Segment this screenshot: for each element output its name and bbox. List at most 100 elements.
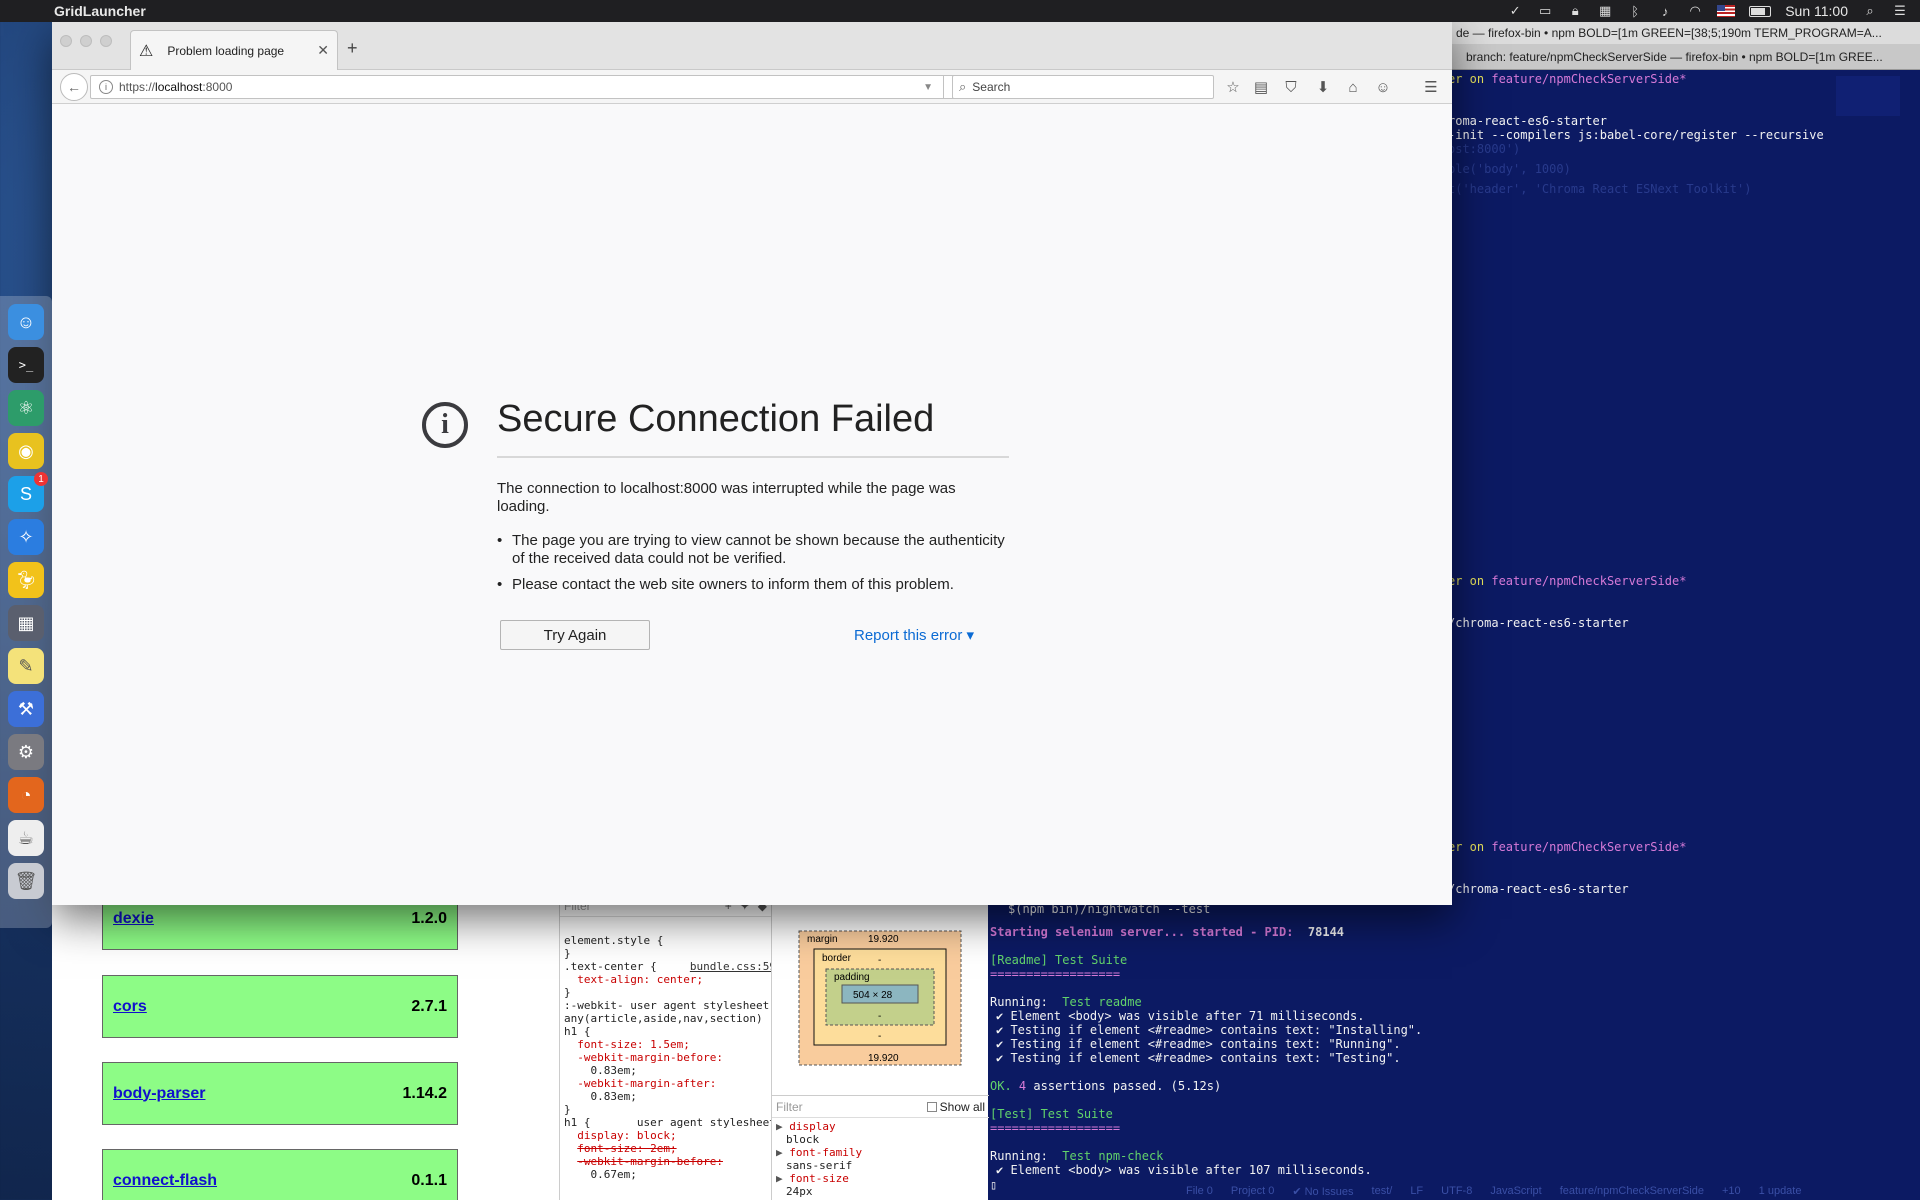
- status-bar-item[interactable]: ✔ No Issues: [1292, 1185, 1353, 1198]
- status-bar-item[interactable]: LF: [1410, 1185, 1423, 1197]
- margin-label: margin: [807, 934, 838, 945]
- suite-header: [Test] Test Suite: [990, 1107, 1113, 1121]
- spotlight-search-icon[interactable]: ⌕: [1862, 3, 1878, 18]
- checkmark-status-icon[interactable]: ✓: [1507, 3, 1523, 18]
- bookmark-star-icon[interactable]: ☆: [1224, 78, 1242, 96]
- lock-icon[interactable]: 🔒︎: [1567, 3, 1583, 18]
- package-link[interactable]: dexie: [113, 910, 154, 928]
- editor-status-bar: File 0 Project 0 ✔ No Issues test/LF UTF-8 Ja…: [1176, 1182, 1920, 1200]
- system-preferences-icon[interactable]: ⚙: [8, 734, 44, 770]
- computed-prop-row[interactable]: ▶ display: [776, 1120, 985, 1133]
- site-identity-icon[interactable]: i: [99, 80, 113, 94]
- url-text[interactable]: https://localhost:8000: [119, 80, 232, 94]
- suite-header: [Readme] Test Suite: [990, 953, 1128, 967]
- terminal-icon[interactable]: >_: [8, 347, 44, 383]
- url-bar[interactable]: i https://localhost:8000 ▼ ↻: [90, 75, 974, 99]
- bluetooth-icon[interactable]: ᛒ: [1627, 4, 1643, 19]
- running-line: Running: Test npm-check: [990, 1149, 1164, 1163]
- search-box[interactable]: ⌕ Search: [952, 75, 1214, 99]
- title-divider: [497, 456, 1009, 458]
- tab-problem-loading[interactable]: ⚠ Problem loading page ✕: [130, 30, 338, 70]
- status-bar-item[interactable]: 1 update: [1759, 1185, 1802, 1197]
- launchpad-icon[interactable]: ▦: [8, 605, 44, 641]
- atom-icon[interactable]: ⚛: [8, 390, 44, 426]
- notification-center-icon[interactable]: ☰: [1892, 3, 1908, 18]
- package-link[interactable]: cors: [113, 998, 147, 1016]
- search-placeholder: Search: [972, 80, 1011, 94]
- skype-icon[interactable]: S1: [8, 472, 48, 512]
- home-icon[interactable]: ⌂: [1344, 78, 1362, 96]
- window-minimize-button[interactable]: [80, 35, 92, 47]
- computed-prop-row[interactable]: ▶ font-family: [776, 1146, 985, 1159]
- report-error-link[interactable]: Report this error ▾: [854, 626, 974, 644]
- dock: ☺ >_ ⚛ ◉ S 1 ✧ 🦆︎ ▦ ✎ ⚒ ⚙ ◔ ☕︎ 🗑︎: [0, 296, 52, 928]
- back-arrow-icon: ←: [67, 78, 81, 95]
- java-icon[interactable]: ☕︎: [8, 820, 44, 856]
- status-bar-item[interactable]: test/: [1372, 1185, 1393, 1197]
- status-bar-item[interactable]: feature/npmCheckServerSide: [1560, 1185, 1704, 1197]
- padding-label: padding: [834, 972, 870, 983]
- cyberduck-icon[interactable]: 🦆︎: [8, 562, 44, 598]
- check-line: ✔ Testing if element <#readme> contains …: [996, 1051, 1401, 1065]
- show-all-checkbox[interactable]: Show all: [926, 1100, 985, 1114]
- us-flag-input-icon[interactable]: [1717, 5, 1736, 17]
- menubar-clock[interactable]: Sun 11:00: [1785, 3, 1848, 19]
- computed-prop-row[interactable]: ▶ font-size: [776, 1172, 985, 1185]
- keyboard-icon[interactable]: ▦: [1597, 3, 1613, 18]
- notification-badge: 1: [34, 472, 48, 486]
- padding-bottom-value: -: [878, 1011, 881, 1022]
- status-bar-item[interactable]: UTF-8: [1441, 1185, 1472, 1197]
- package-link[interactable]: connect-flash: [113, 1172, 217, 1190]
- check-line: ✔ Element <body> was visible after 71 mi…: [996, 1009, 1365, 1023]
- back-button[interactable]: ←: [60, 72, 88, 101]
- try-again-button[interactable]: Try Again: [500, 620, 650, 650]
- active-app-name[interactable]: GridLauncher: [54, 3, 146, 19]
- xcode-icon[interactable]: ⚒: [8, 691, 44, 727]
- menubar: GridLauncher ✓ ▭ 🔒︎ ▦ ᛒ ♪ ◠ Sun 11:00 ⌕ …: [0, 0, 1920, 22]
- terminal-cursor[interactable]: ▯: [990, 1178, 997, 1192]
- tab-bar: ⚠ Problem loading page ✕ +: [52, 22, 1452, 70]
- window-close-button[interactable]: [60, 35, 72, 47]
- pocket-icon[interactable]: ⛉: [1282, 78, 1300, 96]
- tab-close-icon[interactable]: ✕: [317, 42, 329, 59]
- list-item: Please contact the web site owners to in…: [497, 576, 1009, 594]
- url-history-dropdown-icon[interactable]: ▼: [923, 82, 933, 93]
- chrome-icon[interactable]: ◉: [8, 433, 44, 469]
- battery-icon[interactable]: [1749, 5, 1772, 17]
- error-title: Secure Connection Failed: [497, 398, 935, 440]
- hello-chat-icon[interactable]: ☺: [1374, 78, 1392, 96]
- new-tab-button[interactable]: +: [347, 38, 358, 59]
- firefox-icon[interactable]: ◔: [8, 777, 44, 813]
- info-icon: i: [422, 402, 468, 448]
- terminal-prompt-line: er on feature/npmCheckServerSide*: [1448, 840, 1687, 854]
- list-item: The page you are trying to view cannot b…: [497, 532, 1009, 568]
- box-model-diagram: margin 19.920 19.920 border padding 504 …: [798, 930, 962, 1066]
- volume-icon[interactable]: ♪: [1657, 4, 1673, 19]
- content-size: 504 × 28: [853, 990, 893, 1001]
- checkbox-box[interactable]: [926, 1101, 937, 1112]
- downloads-icon[interactable]: ⬇: [1314, 78, 1332, 96]
- package-card: cors 2.7.1: [102, 975, 458, 1038]
- airplay-icon[interactable]: ▭: [1537, 3, 1553, 18]
- reading-list-icon[interactable]: ▤: [1252, 78, 1270, 96]
- computed-props: ▶ display block ▶ font-family sans-serif…: [772, 1118, 989, 1200]
- finder-icon[interactable]: ☺: [8, 304, 44, 340]
- terminal-prompt-line: er on feature/npmCheckServerSide*: [1448, 574, 1687, 588]
- status-bar-item[interactable]: Project 0: [1231, 1185, 1274, 1197]
- warning-icon: ⚠: [139, 42, 154, 60]
- wifi-icon[interactable]: ◠: [1687, 3, 1703, 18]
- border-bottom-value: -: [878, 1031, 881, 1042]
- notes-icon[interactable]: ✎: [8, 648, 44, 684]
- status-bar-item[interactable]: JavaScript: [1490, 1185, 1541, 1197]
- status-bar-item[interactable]: File 0: [1186, 1185, 1213, 1197]
- computed-filter-input[interactable]: Filter: [776, 1100, 803, 1114]
- safari-icon[interactable]: ✧: [8, 519, 44, 555]
- terminal-output-line: /chroma-react-es6-starter: [1448, 882, 1629, 896]
- package-link[interactable]: body-parser: [113, 1085, 205, 1103]
- box-model-pane: margin 19.920 19.920 border padding 504 …: [772, 895, 989, 1095]
- trash-icon[interactable]: 🗑︎: [8, 863, 44, 899]
- hamburger-menu-icon[interactable]: ☰: [1422, 78, 1440, 96]
- devtools-panel: Filter + ✦ ◆ element.style { } .text-cen…: [559, 895, 989, 1200]
- window-zoom-button[interactable]: [100, 35, 112, 47]
- status-bar-item[interactable]: +10: [1722, 1185, 1741, 1197]
